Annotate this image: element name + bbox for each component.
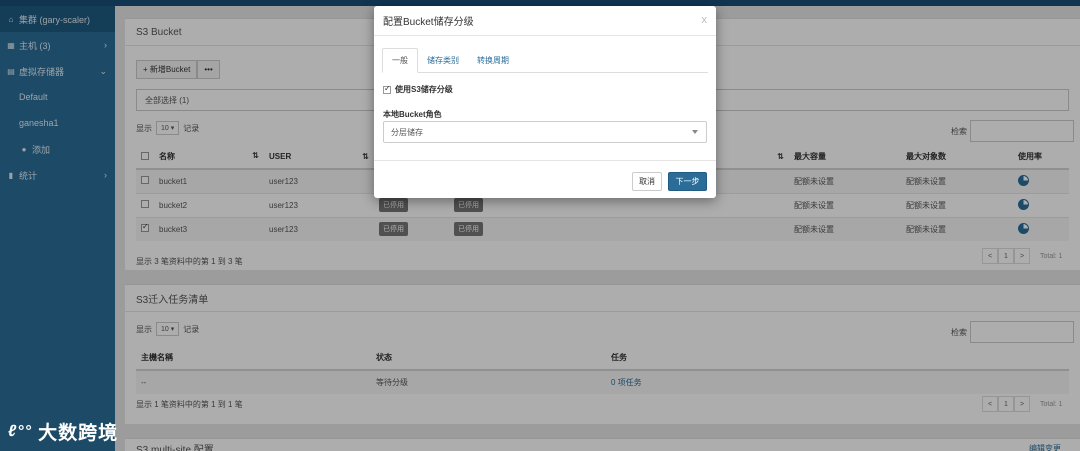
modal-title: 配置Bucket储存分级 [383,17,474,28]
cancel-button[interactable]: 取消 [632,172,662,191]
chevron-down-icon [692,130,698,134]
close-icon[interactable]: x [702,14,708,26]
tab-storage-class[interactable]: 储存类别 [418,48,468,73]
role-select[interactable]: 分层储存 [383,121,707,143]
bucket-tier-modal: 配置Bucket储存分级 x 一般 储存类别 转换周期 使用S3储存分级 本地B… [374,6,716,198]
use-tier-label: 使用S3储存分级 [395,85,453,94]
watermark-text: 大数跨境 [38,423,119,444]
modal-footer: 取消 下一步 [374,160,716,198]
tab-general[interactable]: 一般 [382,48,418,73]
modal-tabs: 一般 储存类别 转换周期 [382,48,708,73]
modal-header: 配置Bucket储存分级 x [374,6,716,36]
use-tier-checkbox[interactable] [383,84,391,94]
use-tier-checkbox-row[interactable]: 使用S3储存分级 [383,84,453,95]
role-label: 本地Bucket角色 [383,110,442,119]
role-select-value: 分层储存 [391,127,423,137]
watermark: ℓ°° 大数跨境 [8,418,118,445]
tab-transition-cycle[interactable]: 转换周期 [468,48,518,73]
watermark-logo: ℓ°° [8,422,33,440]
next-button[interactable]: 下一步 [668,172,707,191]
